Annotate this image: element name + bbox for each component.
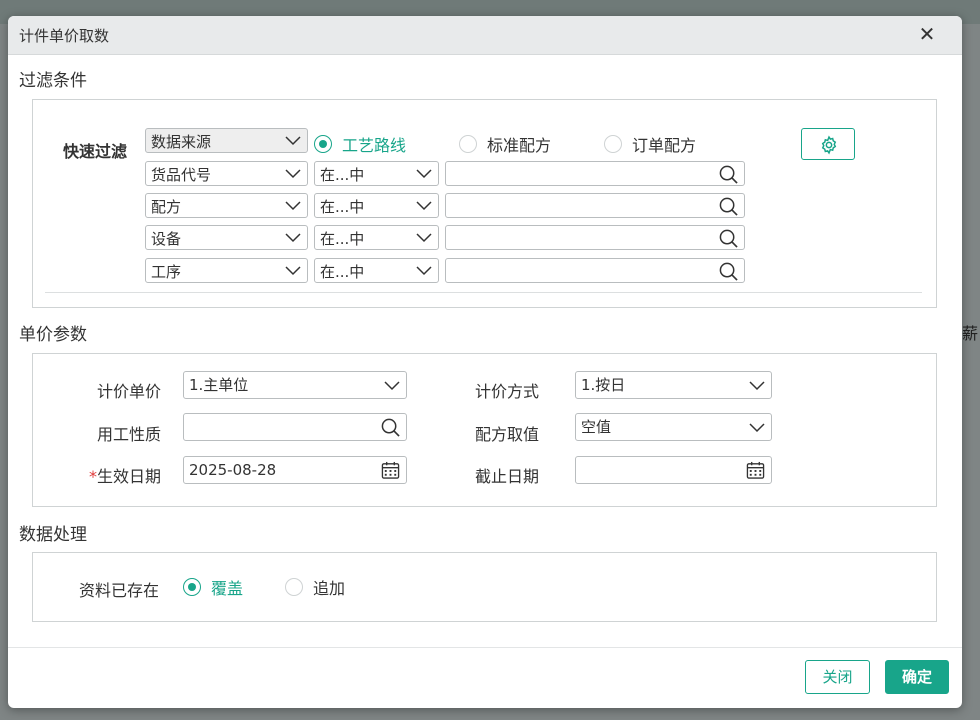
effective-date-value: 2025-08-28 <box>189 461 277 479</box>
formula-select-value: 空值 <box>581 418 612 436</box>
confirm-button[interactable]: 确定 <box>885 660 949 694</box>
radio-label: 覆盖 <box>211 579 244 598</box>
unit-label: 计价单价 <box>97 382 162 401</box>
chevron-down-icon <box>416 169 432 179</box>
chevron-down-icon <box>416 266 432 276</box>
filter-operator-select-1[interactable]: 在...中 <box>314 161 439 186</box>
radio-dot <box>459 135 477 153</box>
filter-section-title: 过滤条件 <box>19 71 87 91</box>
filter-field-value: 设备 <box>151 230 182 248</box>
search-icon[interactable] <box>719 165 738 184</box>
filter-field-select-4[interactable]: 工序 <box>145 258 308 283</box>
unit-select-value: 1.主单位 <box>189 376 249 394</box>
filter-field-select-3[interactable]: 设备 <box>145 225 308 250</box>
price-box: 计价单价 1.主单位 计价方式 1.按日 用工性质 配方取值 空值 *生效日期 … <box>32 353 937 507</box>
dialog-title: 计件单价取数 <box>19 27 110 45</box>
unit-select[interactable]: 1.主单位 <box>183 371 407 399</box>
price-section-title: 单价参数 <box>19 325 87 345</box>
filter-divider <box>45 292 922 293</box>
formula-label: 配方取值 <box>475 425 540 444</box>
search-icon[interactable] <box>719 229 738 248</box>
filter-operator-value: 在...中 <box>320 198 365 216</box>
method-label: 计价方式 <box>475 382 540 401</box>
close-icon[interactable]: ✕ <box>916 23 938 45</box>
end-date-input[interactable] <box>575 456 772 484</box>
filter-field-value: 配方 <box>151 198 182 216</box>
effective-date-input[interactable]: 2025-08-28 <box>183 456 407 484</box>
filter-value-input-3[interactable] <box>445 225 745 250</box>
search-icon[interactable] <box>719 262 738 281</box>
radio-label: 订单配方 <box>632 136 697 155</box>
filter-operator-value: 在...中 <box>320 263 365 281</box>
chevron-down-icon <box>285 266 301 276</box>
chevron-down-icon <box>384 381 400 391</box>
radio-label: 追加 <box>313 579 346 598</box>
filter-operator-select-2[interactable]: 在...中 <box>314 193 439 218</box>
piece-rate-dialog: 计件单价取数 ✕ 过滤条件 快速过滤 数据来源 工艺路线 标准配方 订单配方 货… <box>8 16 962 708</box>
radio-source-route[interactable]: 工艺路线 <box>314 132 406 156</box>
chevron-down-icon <box>416 201 432 211</box>
filter-box: 快速过滤 数据来源 工艺路线 标准配方 订单配方 货品代号 在...中 配方 在… <box>32 99 937 308</box>
radio-label: 工艺路线 <box>342 136 407 155</box>
radio-source-standard[interactable]: 标准配方 <box>459 132 551 156</box>
processing-box: 资料已存在 覆盖 追加 <box>32 552 937 622</box>
dialog-titlebar: 计件单价取数 ✕ <box>8 16 962 55</box>
search-icon[interactable] <box>719 197 738 216</box>
chevron-down-icon <box>285 169 301 179</box>
radio-source-order[interactable]: 订单配方 <box>604 132 696 156</box>
gear-icon <box>821 135 837 155</box>
filter-operator-select-3[interactable]: 在...中 <box>314 225 439 250</box>
exists-label: 资料已存在 <box>79 581 160 600</box>
radio-dot <box>604 135 622 153</box>
radio-overwrite[interactable]: 覆盖 <box>183 575 243 599</box>
chevron-down-icon <box>749 423 765 433</box>
radio-dot <box>314 135 332 153</box>
chevron-down-icon <box>749 381 765 391</box>
end-date-label: 截止日期 <box>475 467 540 486</box>
calendar-icon[interactable] <box>381 461 400 480</box>
chevron-down-icon <box>285 201 301 211</box>
chevron-down-icon <box>285 233 301 243</box>
radio-dot <box>285 578 303 596</box>
effective-date-label-text: 生效日期 <box>97 467 162 486</box>
quick-filter-label: 快速过滤 <box>63 142 128 161</box>
filter-field-select-2[interactable]: 配方 <box>145 193 308 218</box>
required-mark: * <box>89 467 97 486</box>
filter-operator-value: 在...中 <box>320 230 365 248</box>
radio-append[interactable]: 追加 <box>285 575 345 599</box>
method-select-value: 1.按日 <box>581 376 626 394</box>
filter-field-value: 货品代号 <box>151 166 212 184</box>
radio-label: 标准配方 <box>487 136 552 155</box>
source-select[interactable]: 数据来源 <box>145 128 308 153</box>
formula-select[interactable]: 空值 <box>575 413 772 441</box>
filter-operator-value: 在...中 <box>320 166 365 184</box>
work-nature-label: 用工性质 <box>97 425 162 444</box>
work-nature-input[interactable] <box>183 413 407 441</box>
chevron-down-icon <box>416 233 432 243</box>
background-edge-text: 薪 <box>962 324 979 343</box>
method-select[interactable]: 1.按日 <box>575 371 772 399</box>
filter-field-select-1[interactable]: 货品代号 <box>145 161 308 186</box>
processing-section-title: 数据处理 <box>19 525 87 545</box>
filter-operator-select-4[interactable]: 在...中 <box>314 258 439 283</box>
calendar-icon[interactable] <box>746 461 765 480</box>
source-select-value: 数据来源 <box>151 133 212 151</box>
filter-value-input-4[interactable] <box>445 258 745 283</box>
footer-divider <box>8 647 962 648</box>
filter-value-input-2[interactable] <box>445 193 745 218</box>
chevron-down-icon <box>285 136 301 146</box>
radio-dot <box>183 578 201 596</box>
filter-field-value: 工序 <box>151 263 182 281</box>
filter-value-input-1[interactable] <box>445 161 745 186</box>
settings-button[interactable] <box>801 128 855 160</box>
effective-date-label: *生效日期 <box>89 463 161 487</box>
search-icon[interactable] <box>381 418 400 437</box>
close-button[interactable]: 关闭 <box>805 660 870 694</box>
